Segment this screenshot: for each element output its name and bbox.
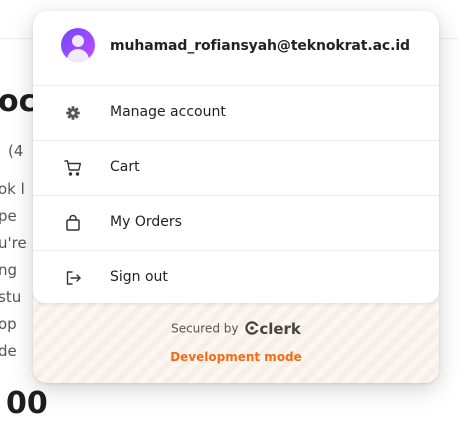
secured-by-label: Secured by (171, 321, 239, 336)
user-identity: muhamad_rofiansyah@teknokrat.ac.id (33, 11, 439, 86)
user-email: muhamad_rofiansyah@teknokrat.ac.id (110, 38, 410, 54)
sign-out-button[interactable]: Sign out (33, 251, 439, 305)
my-orders-button[interactable]: My Orders (33, 196, 439, 251)
user-popover: muhamad_rofiansyah@teknokrat.ac.id Manag… (33, 11, 439, 383)
page-heading-fragment: oc (0, 84, 37, 119)
page-text-line: de (0, 342, 17, 360)
popover-main-card: muhamad_rofiansyah@teknokrat.ac.id Manag… (33, 11, 439, 303)
page-heading-fragment-bottom: 00 (6, 386, 48, 421)
sign-out-icon (63, 268, 83, 288)
page-count-fragment: (4 (8, 142, 24, 160)
gear-icon (63, 103, 83, 123)
manage-account-button[interactable]: Manage account (33, 86, 439, 141)
secured-by-clerk: Secured by clerk (33, 320, 439, 338)
page-text-line: pe (0, 207, 17, 225)
page-text-line: ng (0, 261, 18, 279)
development-mode-badge: Development mode (170, 350, 302, 364)
sign-out-label: Sign out (110, 269, 168, 285)
my-orders-label: My Orders (110, 214, 182, 230)
cart-icon (63, 158, 83, 178)
cart-label: Cart (110, 159, 140, 175)
page-text-line: u're (0, 234, 27, 252)
page-text-line: stu (0, 288, 22, 306)
clerk-brand: clerk (259, 320, 301, 338)
shopping-bag-icon (63, 213, 83, 233)
page-text-line: op (0, 315, 17, 333)
clerk-logo-icon (245, 320, 260, 338)
avatar (61, 28, 95, 62)
cart-button[interactable]: Cart (33, 141, 439, 196)
page-text-line: ok l (0, 180, 25, 198)
manage-account-label: Manage account (110, 104, 226, 120)
